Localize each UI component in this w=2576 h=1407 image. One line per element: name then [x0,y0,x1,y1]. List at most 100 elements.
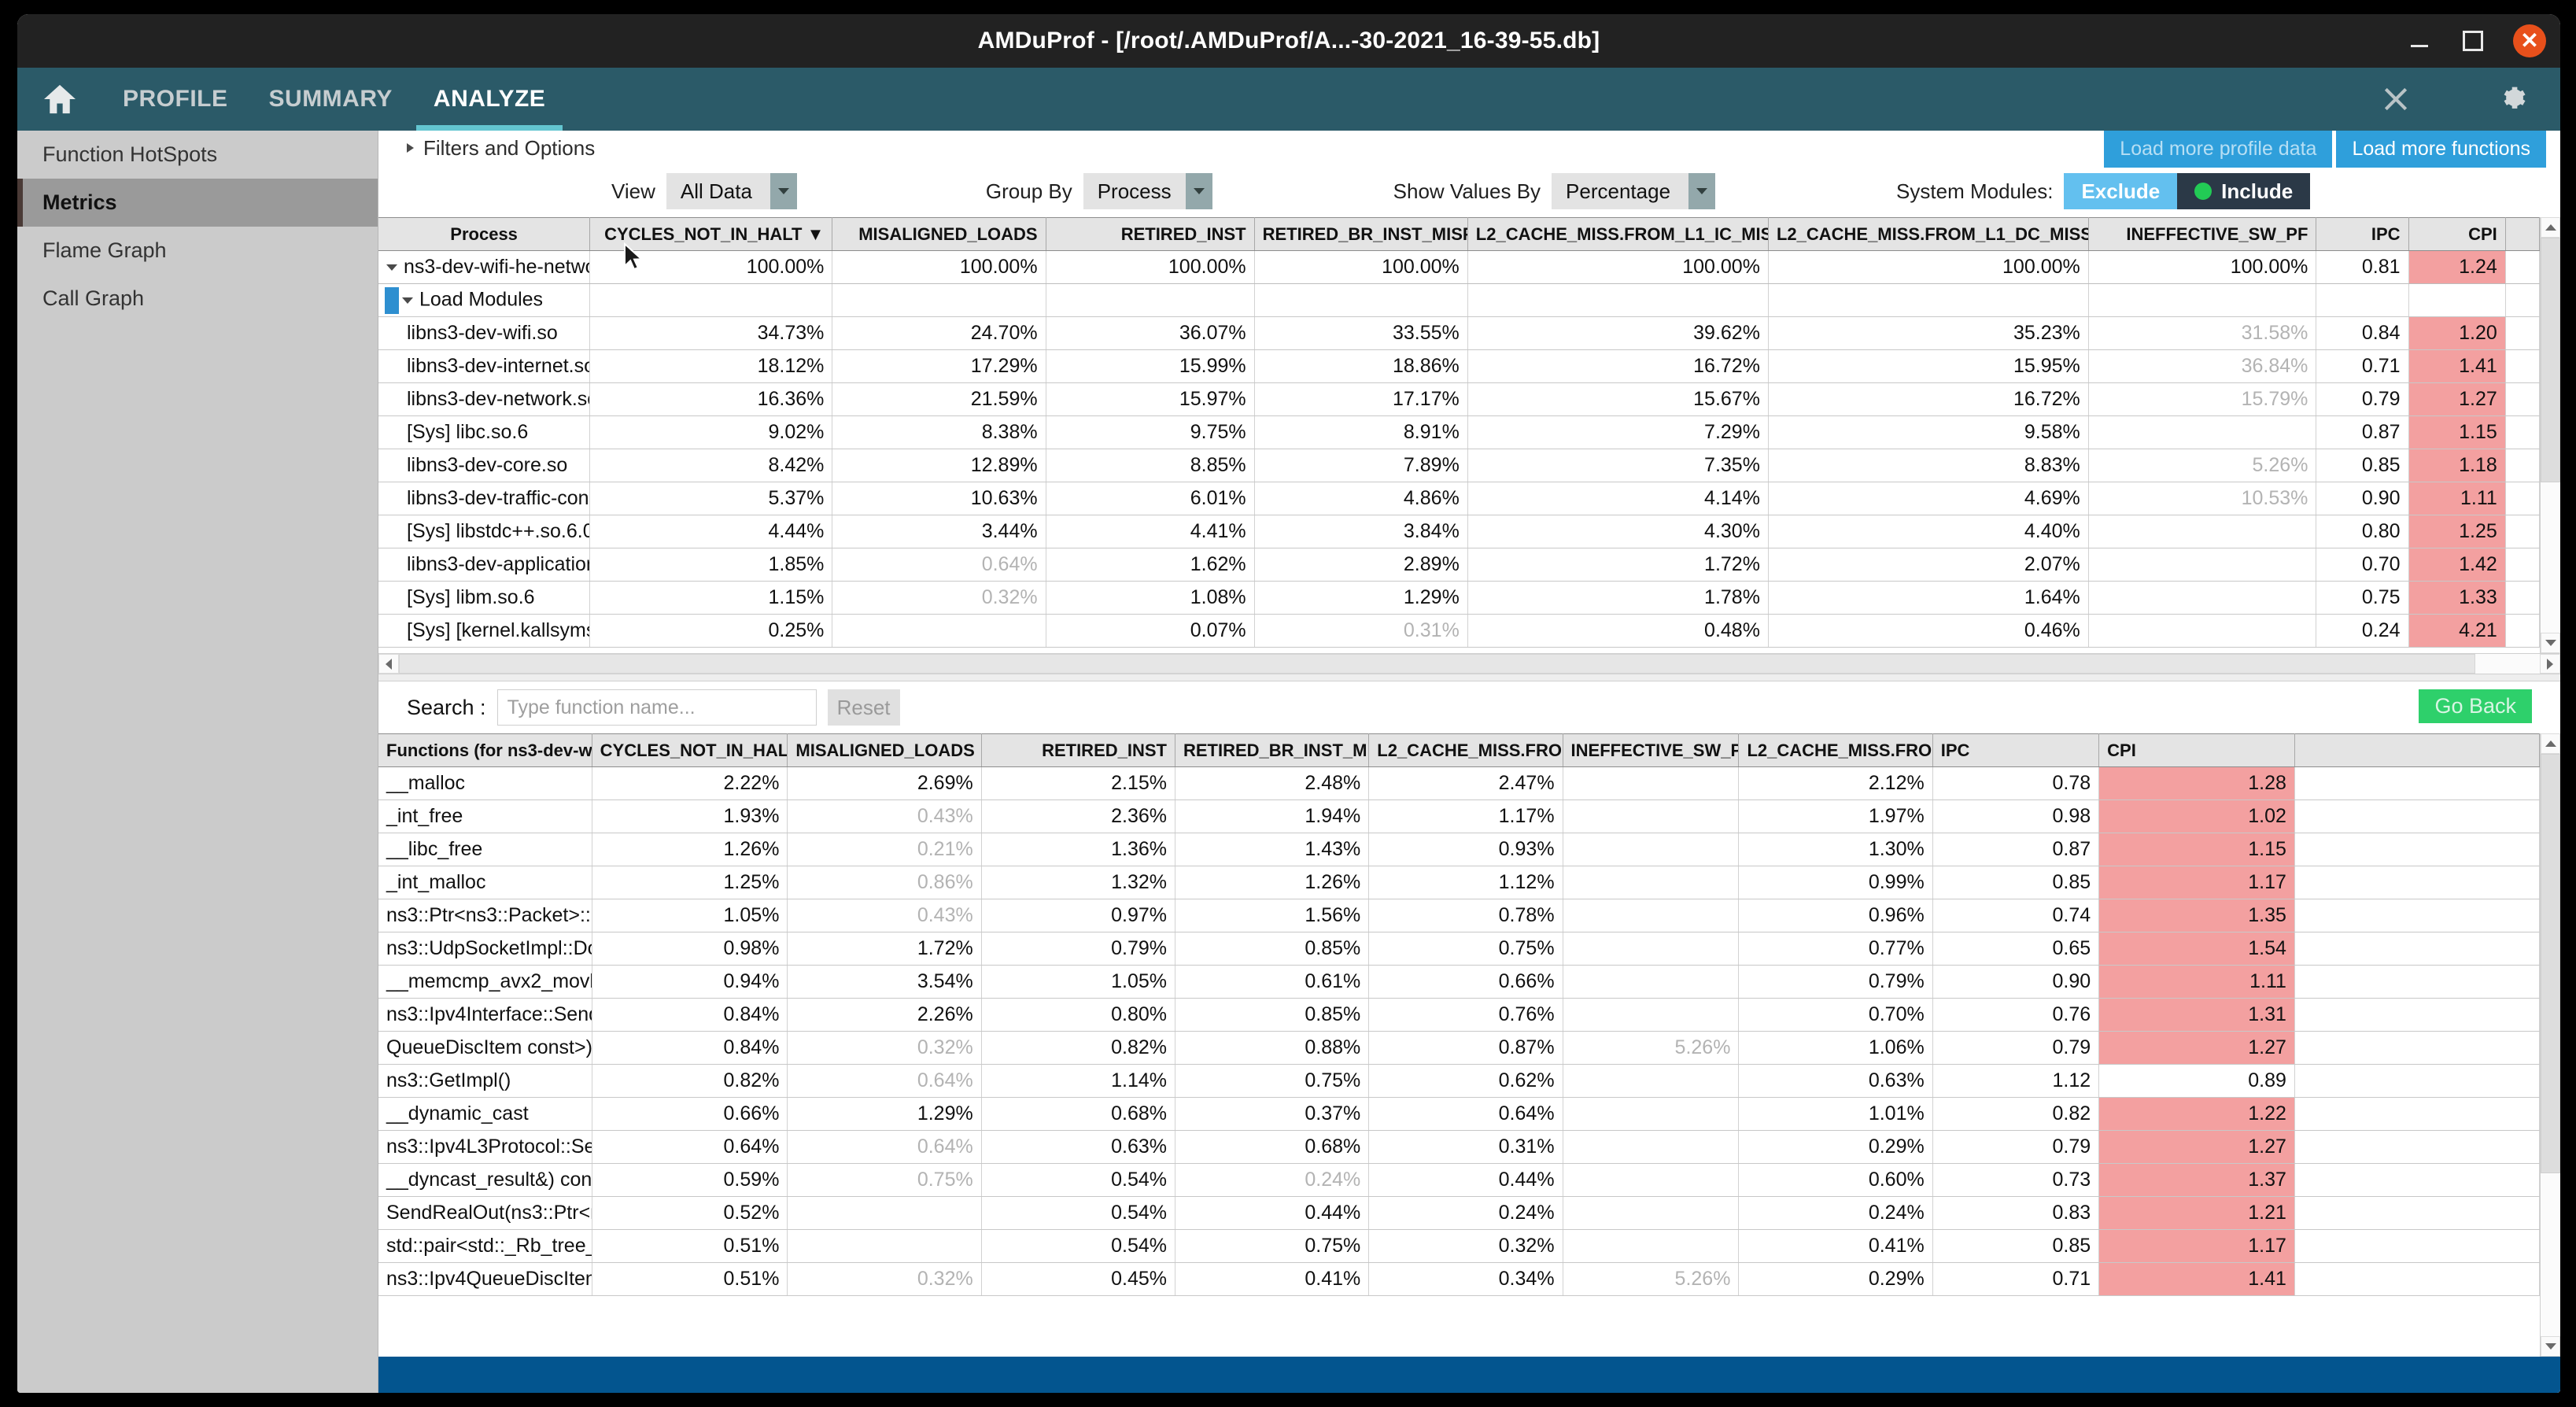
load-more-functions-button[interactable]: Load more functions [2336,131,2546,168]
table-row[interactable]: libns3-dev-applications.so1.85%0.64%1.62… [378,548,2540,582]
group-by-select[interactable]: Process [1083,173,1212,209]
table-row[interactable]: __libc_free1.26%0.21%1.36%1.43%0.93%1.30… [378,833,2540,866]
function-name-cell[interactable]: ns3::Ipv4QueueDiscItem::GetSize() const [378,1263,592,1296]
col-retired-inst[interactable]: RETIRED_INST [1046,218,1254,251]
function-name-cell[interactable]: __malloc [378,767,592,800]
table-row[interactable]: [Sys] libm.so.61.15%0.32%1.08%1.29%1.78%… [378,582,2540,615]
system-modules-exclude-button[interactable]: Exclude [2064,173,2177,209]
function-name-cell[interactable]: ns3::GetImpl() [378,1065,592,1098]
table-row[interactable]: ns3::Ipv4QueueDiscItem::GetSize() const0… [378,1263,2540,1296]
table-row[interactable]: QueueDiscItem const>) const0.84%0.32%0.8… [378,1032,2540,1065]
col-ipc[interactable]: IPC [1932,734,2098,767]
scroll-left-icon[interactable] [378,654,399,674]
chevron-down-icon[interactable] [1186,173,1212,209]
table-row[interactable]: ns3-dev-wifi-he-network (PID 72956)100.0… [378,251,2540,284]
table-row[interactable]: ns3::Ptr<ns3::Packet>::~Ptr()1.05%0.43%0… [378,899,2540,932]
function-name-cell[interactable]: _int_malloc [378,866,592,899]
scroll-down-icon[interactable] [2541,633,2560,653]
tab-profile[interactable]: PROFILE [102,68,249,131]
table-row[interactable]: __dynamic_cast0.66%1.29%0.68%0.37%0.64%1… [378,1098,2540,1131]
col-l2-cache-miss-a[interactable]: L2_CACHE_MISS.FRO [1369,734,1563,767]
scroll-down-icon[interactable] [2541,1336,2560,1357]
reset-button[interactable]: Reset [828,689,900,726]
function-name-cell[interactable]: __libc_free [378,833,592,866]
col-ipc[interactable]: IPC [2316,218,2408,251]
scroll-thumb[interactable] [2541,238,2560,482]
table-row[interactable]: __malloc2.22%2.69%2.15%2.48%2.47%2.12%0.… [378,767,2540,800]
table-row[interactable]: _int_malloc1.25%0.86%1.32%1.26%1.12%0.99… [378,866,2540,899]
close-session-icon[interactable] [2381,84,2411,114]
sidebar-item-function-hotspots[interactable]: Function HotSpots [17,131,378,179]
table-row[interactable]: __dyncast_result&) const0.59%0.75%0.54%0… [378,1164,2540,1197]
table-row[interactable]: Load Modules [378,284,2540,317]
system-modules-include-button[interactable]: Include [2177,173,2310,209]
chevron-down-icon[interactable] [770,173,797,209]
chevron-down-icon[interactable] [1688,173,1715,209]
home-icon[interactable] [17,68,102,131]
table-row[interactable]: ns3::Ipv4L3Protocol::Send(ns3::Ptr<ns3::… [378,1131,2540,1164]
scroll-up-icon[interactable] [2541,733,2560,754]
gear-icon[interactable] [2497,83,2530,116]
process-table-horizontal-scrollbar[interactable] [378,653,2560,674]
table-row[interactable]: libns3-dev-network.so16.36%21.59%15.97%1… [378,383,2540,416]
load-more-profile-data-button[interactable]: Load more profile data [2104,131,2332,168]
function-name-cell[interactable]: ns3::Ipv4L3Protocol::Send(ns3::Ptr<ns3::… [378,1131,592,1164]
show-values-by-select[interactable]: Percentage [1552,173,1715,209]
function-name-cell[interactable]: __dyncast_result&) const [378,1164,592,1197]
table-row[interactable]: ns3::Ipv4Interface::Send(ns3::Ptr<ns3::P… [378,999,2540,1032]
col-cpi[interactable]: CPI [2099,734,2295,767]
function-name-cell[interactable]: std::pair<std::_Rb_tree_iterator<std::pa… [378,1230,592,1263]
col-cpi[interactable]: CPI [2408,218,2505,251]
sidebar-item-flame-graph[interactable]: Flame Graph [17,227,378,275]
tab-summary[interactable]: SUMMARY [249,68,413,131]
function-name-cell[interactable]: __memcmp_avx2_movbe [378,966,592,999]
scroll-track[interactable] [2541,238,2560,633]
table-row[interactable]: std::pair<std::_Rb_tree_iterator<std::pa… [378,1230,2540,1263]
scroll-up-icon[interactable] [2541,217,2560,238]
row-name-cell[interactable]: libns3-dev-wifi.so [378,317,590,350]
row-name-cell[interactable]: [Sys] libm.so.6 [378,582,590,615]
col-cycles-not-in-halt[interactable]: CYCLES_NOT_IN_HALT ▼ [590,218,832,251]
table-row[interactable]: libns3-dev-traffic-control.so5.37%10.63%… [378,482,2540,515]
col-l2-cache-miss-ic[interactable]: L2_CACHE_MISS.FROM_L1_IC_MISS [1467,218,1768,251]
col-ineffective-sw-pf[interactable]: INEFFECTIVE_SW_PF [2088,218,2316,251]
row-name-cell[interactable]: libns3-dev-network.so [378,383,590,416]
row-name-cell[interactable]: [Sys] libc.so.6 [378,416,590,449]
function-name-cell[interactable]: _int_free [378,800,592,833]
view-select[interactable]: All Data [666,173,797,209]
sidebar-item-call-graph[interactable]: Call Graph [17,275,378,323]
row-name-cell[interactable]: libns3-dev-applications.so [378,548,590,582]
scroll-thumb[interactable] [2541,754,2560,1173]
col-functions[interactable]: Functions (for ns3-dev-wifi-he-network (… [378,734,592,767]
col-retired-br-inst-misp[interactable]: RETIRED_BR_INST_M [1175,734,1368,767]
table-row[interactable]: _int_free1.93%0.43%2.36%1.94%1.17%1.97%0… [378,800,2540,833]
col-l2-cache-miss-dc[interactable]: L2_CACHE_MISS.FROM_L1_DC_MISS [1768,218,2088,251]
sidebar-item-metrics[interactable]: Metrics [17,179,378,227]
row-name-cell[interactable]: [Sys] [kernel.kallsyms]_text [378,615,590,648]
chevron-right-icon[interactable] [407,143,414,153]
expander-icon[interactable] [402,297,413,304]
function-name-cell[interactable]: ns3::Ipv4Interface::Send(ns3::Ptr<ns3::P… [378,999,592,1032]
scroll-thumb[interactable] [399,654,2475,674]
tab-analyze[interactable]: ANALYZE [413,68,566,131]
minimize-icon[interactable] [2406,28,2433,54]
col-process[interactable]: Process [378,218,590,251]
row-name-cell[interactable]: libns3-dev-core.so [378,449,590,482]
go-back-button[interactable]: Go Back [2419,689,2532,723]
pane-splitter[interactable] [378,674,2560,681]
function-name-cell[interactable]: SendRealOut(ns3::Ptr<ns3::Ipv4Route>, ns… [378,1197,592,1230]
table-row[interactable]: [Sys] libstdc++.so.6.0.294.44%3.44%4.41%… [378,515,2540,548]
table-row[interactable]: SendRealOut(ns3::Ptr<ns3::Ipv4Route>, ns… [378,1197,2540,1230]
scroll-right-icon[interactable] [2540,654,2560,674]
table-row[interactable]: [Sys] libc.so.69.02%8.38%9.75%8.91%7.29%… [378,416,2540,449]
table-row[interactable]: [Sys] [kernel.kallsyms]_text0.25%0.07%0.… [378,615,2540,648]
scroll-track[interactable] [2541,754,2560,1336]
functions-table-vertical-scrollbar[interactable] [2540,733,2560,1357]
process-table-vertical-scrollbar[interactable] [2540,217,2560,653]
row-name-cell[interactable]: Load Modules [378,284,590,317]
col-l2-cache-miss-b[interactable]: L2_CACHE_MISS.FRO [1739,734,1932,767]
function-name-cell[interactable]: ns3::Ptr<ns3::Packet>::~Ptr() [378,899,592,932]
col-retired-inst[interactable]: RETIRED_INST [981,734,1175,767]
table-row[interactable]: __memcmp_avx2_movbe0.94%3.54%1.05%0.61%0… [378,966,2540,999]
row-name-cell[interactable]: [Sys] libstdc++.so.6.0.29 [378,515,590,548]
